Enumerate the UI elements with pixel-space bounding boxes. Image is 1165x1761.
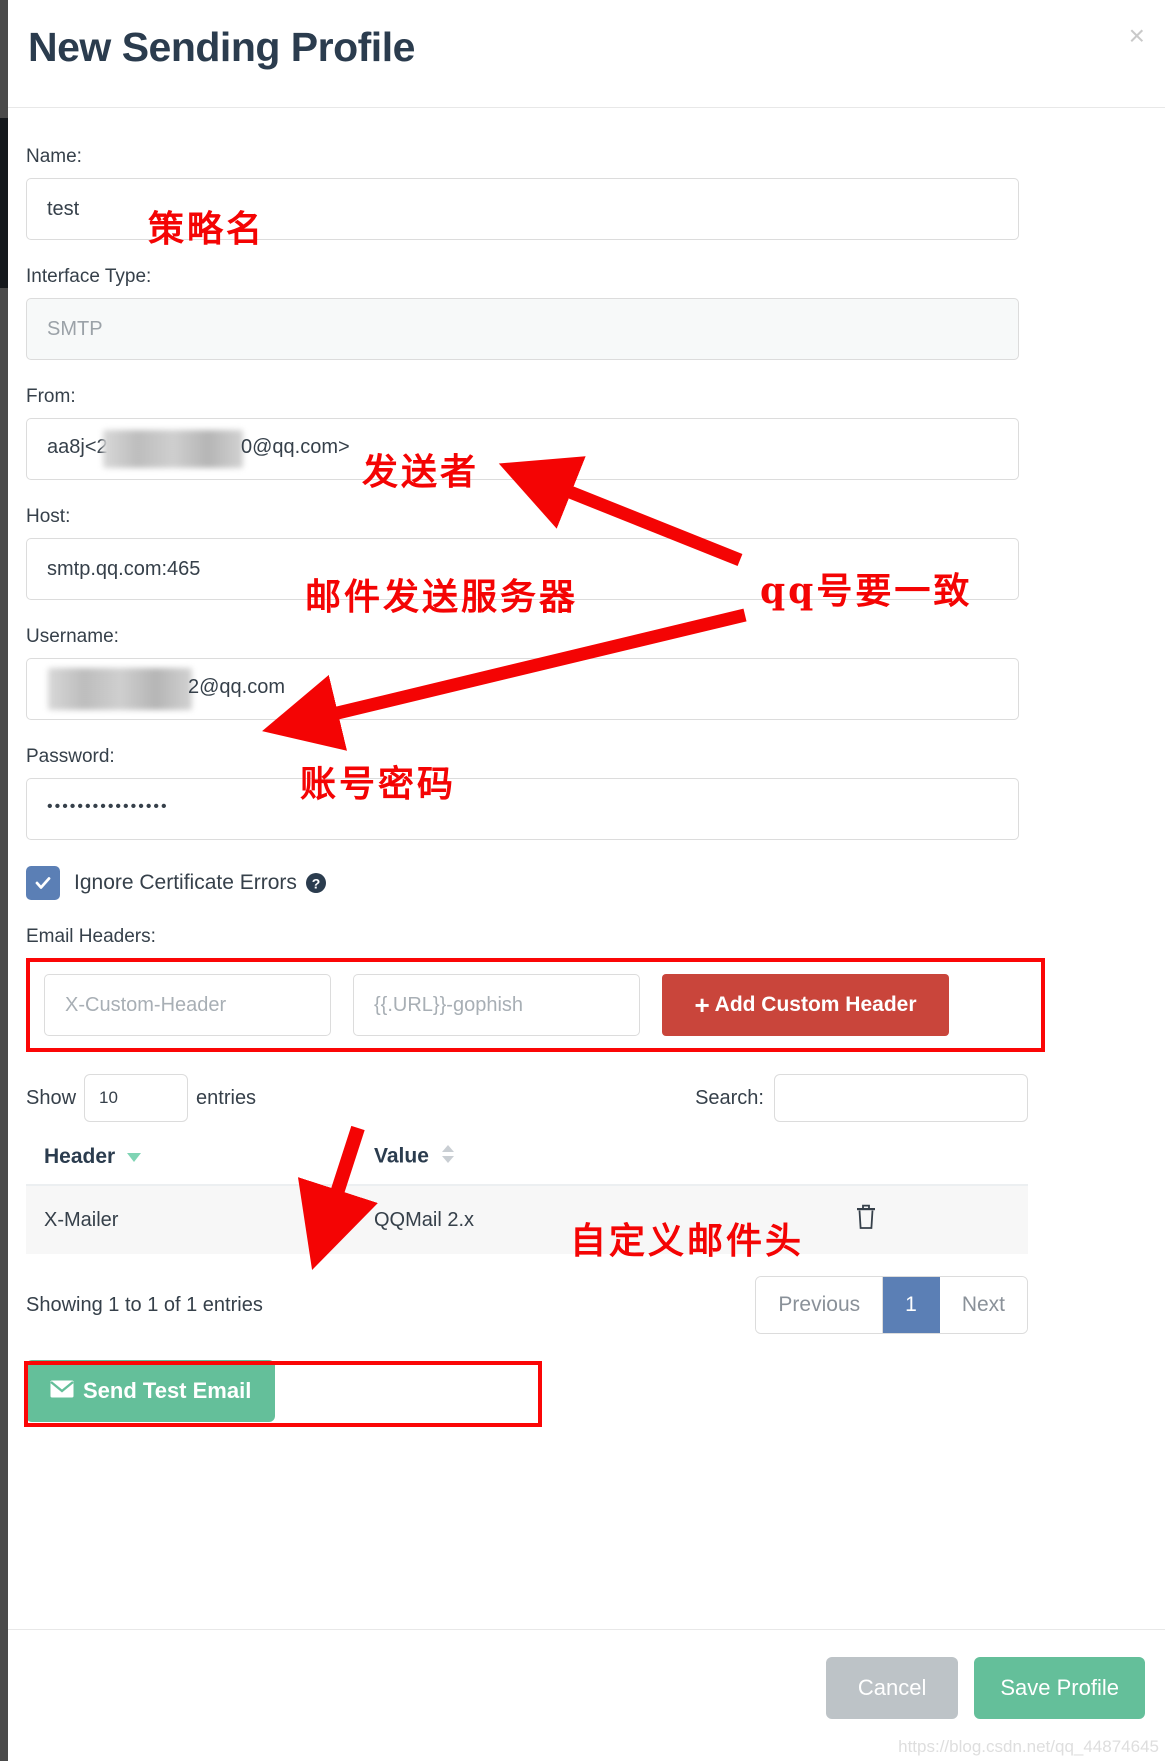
ignore-cert-row: Ignore Certificate Errors ? bbox=[26, 866, 1147, 900]
page-background-dark bbox=[0, 118, 8, 288]
search-input[interactable] bbox=[774, 1074, 1028, 1122]
pagination-next[interactable]: Next bbox=[939, 1277, 1027, 1333]
pagination-page-1[interactable]: 1 bbox=[883, 1277, 940, 1333]
name-label: Name: bbox=[26, 146, 82, 167]
modal-footer: Cancel Save Profile bbox=[8, 1629, 1165, 1761]
sort-both-icon bbox=[441, 1144, 455, 1170]
table-footer-row: Showing 1 to 1 of 1 entries Previous 1 N… bbox=[26, 1276, 1028, 1334]
close-icon[interactable]: × bbox=[1129, 22, 1145, 50]
ignore-cert-label: Ignore Certificate Errors bbox=[74, 871, 297, 894]
from-redaction bbox=[103, 430, 243, 468]
from-label: From: bbox=[26, 386, 76, 407]
username-field-wrap: 2@qq.com bbox=[26, 658, 1147, 720]
search-label: Search: bbox=[695, 1086, 764, 1109]
interface-type-input bbox=[26, 298, 1019, 360]
cancel-button[interactable]: Cancel bbox=[825, 1657, 959, 1719]
email-headers-label: Email Headers: bbox=[26, 926, 156, 947]
entries-label: entries bbox=[196, 1086, 257, 1109]
cell-actions bbox=[686, 1185, 1028, 1254]
send-test-email-button[interactable]: Send Test Email bbox=[26, 1360, 276, 1422]
password-input[interactable] bbox=[26, 778, 1019, 840]
envelope-icon bbox=[50, 1378, 74, 1404]
table-head: Header Value bbox=[26, 1144, 1028, 1186]
table-controls: Show entries Search: bbox=[26, 1074, 1028, 1122]
column-header-value[interactable]: Value bbox=[356, 1144, 686, 1186]
custom-header-name-input[interactable] bbox=[44, 974, 331, 1036]
email-headers-table: Header Value X-Mailer QQMail 2.x bbox=[26, 1144, 1028, 1254]
column-header-header[interactable]: Header bbox=[26, 1144, 356, 1186]
show-label: Show bbox=[26, 1086, 77, 1109]
cell-header-value: QQMail 2.x bbox=[356, 1185, 686, 1254]
add-custom-header-label: Add Custom Header bbox=[714, 993, 917, 1016]
plus-icon: + bbox=[694, 990, 710, 1020]
host-input[interactable] bbox=[26, 538, 1019, 600]
email-headers-row: + Add Custom Header bbox=[44, 974, 1027, 1036]
add-custom-header-button[interactable]: + Add Custom Header bbox=[662, 974, 949, 1036]
svg-text:?: ? bbox=[312, 876, 321, 892]
interface-type-label: Interface Type: bbox=[26, 266, 152, 287]
pagination: Previous 1 Next bbox=[755, 1276, 1028, 1334]
send-test-email-label: Send Test Email bbox=[83, 1378, 252, 1403]
from-field-wrap: aa8j<2 0@qq.com> bbox=[26, 418, 1147, 480]
email-headers-highlight-box: + Add Custom Header bbox=[26, 958, 1045, 1052]
username-label: Username: bbox=[26, 626, 119, 647]
from-value-prefix: aa8j<2 bbox=[47, 436, 108, 458]
check-icon bbox=[35, 877, 51, 889]
table-body: X-Mailer QQMail 2.x bbox=[26, 1185, 1028, 1254]
show-entries-group: Show entries bbox=[26, 1074, 256, 1122]
pagination-previous[interactable]: Previous bbox=[756, 1277, 884, 1333]
save-profile-button[interactable]: Save Profile bbox=[974, 1657, 1145, 1719]
caret-down-icon bbox=[127, 1145, 142, 1169]
username-redaction bbox=[48, 668, 192, 710]
new-sending-profile-modal: New Sending Profile × Name: Interface Ty… bbox=[8, 0, 1165, 1761]
password-label: Password: bbox=[26, 746, 115, 767]
showing-entries-text: Showing 1 to 1 of 1 entries bbox=[26, 1293, 263, 1316]
page-size-select[interactable] bbox=[84, 1074, 189, 1122]
table-row[interactable]: X-Mailer QQMail 2.x bbox=[26, 1185, 1028, 1254]
search-group: Search: bbox=[695, 1074, 1028, 1122]
username-value-suffix: 2@qq.com bbox=[188, 676, 286, 698]
cell-header-name: X-Mailer bbox=[26, 1185, 356, 1254]
column-header-header-label: Header bbox=[44, 1144, 116, 1168]
column-header-value-label: Value bbox=[374, 1144, 429, 1168]
trash-icon[interactable] bbox=[855, 1204, 877, 1235]
password-mask: •••••••••••••••• bbox=[47, 798, 169, 815]
custom-header-value-input[interactable] bbox=[353, 974, 640, 1036]
column-header-actions bbox=[686, 1144, 1028, 1186]
modal-body: Name: Interface Type: From: aa8j<2 0@qq.… bbox=[8, 146, 1165, 1667]
name-input[interactable] bbox=[26, 178, 1019, 240]
question-circle-icon[interactable]: ? bbox=[305, 872, 327, 894]
host-label: Host: bbox=[26, 506, 71, 527]
page-title: New Sending Profile bbox=[28, 24, 415, 70]
table-header-row: Header Value bbox=[26, 1144, 1028, 1186]
modal-header: New Sending Profile × bbox=[8, 0, 1165, 108]
password-field-wrap: •••••••••••••••• bbox=[26, 778, 1147, 840]
from-value-suffix: 0@qq.com> bbox=[241, 436, 350, 458]
ignore-cert-checkbox[interactable] bbox=[26, 866, 60, 900]
